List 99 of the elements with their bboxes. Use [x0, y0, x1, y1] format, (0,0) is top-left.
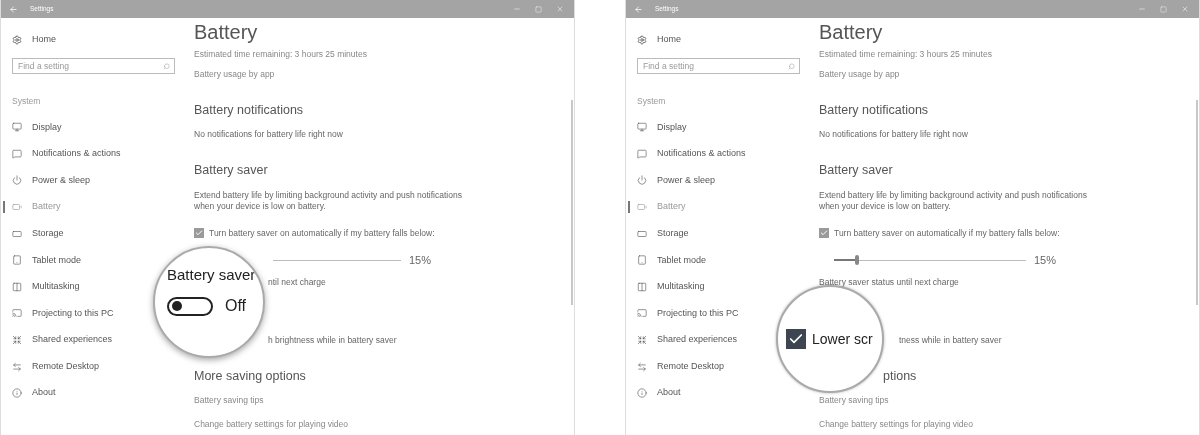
sidebar-item[interactable]: Remote Desktop — [12, 359, 100, 374]
home-item[interactable]: Home — [637, 27, 800, 53]
cast-icon — [12, 308, 22, 319]
estimated-time-text: Estimated time remaining: 3 hours 25 minutes — [194, 47, 367, 61]
section-heading: Battery notifications — [194, 102, 304, 120]
scrollbar[interactable] — [571, 100, 573, 305]
checkbox-label: Turn battery saver on automatically if my battery falls below: — [834, 226, 1060, 240]
sidebar-item[interactable]: Remote Desktop — [637, 359, 725, 374]
sidebar-item[interactable]: Multitasking — [12, 280, 80, 294]
search-icon — [163, 62, 170, 70]
checkbox[interactable] — [786, 329, 806, 349]
drive-icon — [12, 228, 22, 239]
check-icon — [820, 229, 828, 237]
monitor-icon — [637, 122, 647, 133]
gear-icon — [12, 35, 22, 45]
sidebar-item[interactable]: Shared experiences — [637, 333, 738, 347]
slider-track[interactable] — [834, 255, 1026, 265]
maximize-icon[interactable] — [1160, 5, 1167, 13]
link[interactable]: Battery saving tips — [194, 393, 264, 407]
sidebar-item[interactable]: Storage — [637, 226, 689, 241]
scrollbar[interactable] — [1196, 100, 1198, 305]
section-heading: Battery saver — [194, 162, 268, 180]
link[interactable]: Change battery settings for playing video — [194, 417, 349, 431]
arrows-icon — [637, 361, 647, 372]
home-item[interactable]: Home — [12, 27, 175, 53]
speech-bubble-icon — [12, 148, 22, 159]
sidebar-item[interactable]: About — [12, 386, 56, 400]
section-heading: Battery notifications — [819, 102, 929, 120]
link[interactable]: Battery usage by app — [194, 67, 275, 81]
search-field[interactable]: Find a setting — [12, 58, 175, 74]
description-text: Extend battery life by limiting background activity and push notifications when your device is low on battery. — [819, 190, 1088, 212]
description-text: Extend battery life by limiting background activity and push notifications when your device is low on battery. — [194, 190, 463, 212]
slider-thumb[interactable] — [855, 255, 860, 265]
sidebar-item[interactable]: Notifications & actions — [12, 147, 121, 161]
info-text: No notifications for battery life right now — [819, 127, 968, 141]
windows-icon — [637, 281, 647, 292]
sidebar-item[interactable]: Power & sleep — [12, 173, 91, 188]
sidebar-item[interactable]: Power & sleep — [637, 173, 716, 188]
sidebar-item[interactable]: Display — [637, 120, 687, 135]
sidebar-item[interactable]: About — [637, 386, 681, 400]
sidebar-item[interactable]: Display — [12, 120, 62, 135]
back-icon[interactable] — [9, 4, 18, 14]
toggle-label: Battery saver — [167, 264, 256, 285]
maximize-icon[interactable] — [535, 5, 542, 13]
sidebar-item[interactable]: Multitasking — [637, 280, 705, 294]
close-icon[interactable] — [556, 5, 564, 13]
section-heading: Battery saver — [819, 162, 893, 180]
search-icon — [788, 62, 795, 70]
checkbox-label: Lower scr — [812, 329, 873, 349]
info-text: ntil next charge — [268, 275, 326, 289]
sidebar-item[interactable]: Tablet mode — [12, 253, 82, 267]
tablet-icon — [637, 255, 647, 266]
sidebar-item[interactable]: Projecting to this PC — [637, 306, 739, 321]
section-label: System — [12, 94, 41, 108]
arrows-icon — [12, 361, 22, 372]
link[interactable]: Change battery settings for playing video — [819, 417, 974, 431]
checkbox-label: Turn battery saver on automatically if my battery falls below: — [209, 226, 435, 240]
arrows-icon — [637, 335, 647, 346]
link[interactable]: Battery usage by app — [819, 67, 900, 81]
check-icon — [195, 229, 203, 237]
arrows-icon — [12, 335, 22, 346]
back-icon[interactable] — [634, 4, 643, 14]
power-icon — [12, 175, 22, 186]
toggle-state: Off — [225, 296, 247, 316]
section-label: System — [637, 94, 666, 108]
sidebar-item[interactable]: Shared experiences — [12, 333, 113, 347]
slider-value: 15% — [409, 252, 432, 268]
link[interactable]: Battery saving tips — [819, 393, 889, 407]
page-title: Battery — [819, 22, 883, 42]
info-text: h brightness while in battery saver — [268, 333, 397, 347]
close-icon[interactable] — [1181, 5, 1189, 13]
toggle-switch[interactable] — [167, 296, 213, 316]
section-heading: More saving options — [194, 368, 306, 386]
sidebar-item[interactable]: Storage — [12, 226, 64, 241]
battery-icon — [637, 202, 647, 213]
info-icon — [12, 388, 22, 399]
battery-icon — [12, 202, 22, 213]
speech-bubble-icon — [637, 148, 647, 159]
search-field[interactable]: Find a setting — [637, 58, 800, 74]
checkbox[interactable] — [194, 228, 204, 238]
page-title: Battery — [194, 22, 258, 42]
section-heading: ptions — [883, 368, 917, 386]
slider-value: 15% — [1034, 252, 1057, 268]
drive-icon — [637, 228, 647, 239]
sidebar-item[interactable]: Notifications & actions — [637, 147, 746, 161]
cast-icon — [637, 308, 647, 319]
info-text: Battery saver status until next charge — [819, 275, 959, 289]
info-text: tness while in battery saver — [899, 333, 1002, 347]
estimated-time-text: Estimated time remaining: 3 hours 25 minutes — [819, 47, 992, 61]
tablet-icon — [12, 255, 22, 266]
info-icon — [637, 388, 647, 399]
checkbox[interactable] — [819, 228, 829, 238]
sidebar-item[interactable]: Tablet mode — [637, 253, 707, 267]
info-text: No notifications for battery life right now — [194, 127, 343, 141]
monitor-icon — [12, 122, 22, 133]
gear-icon — [637, 35, 647, 45]
windows-icon — [12, 281, 22, 292]
power-icon — [637, 175, 647, 186]
sidebar-item[interactable]: Projecting to this PC — [12, 306, 114, 321]
